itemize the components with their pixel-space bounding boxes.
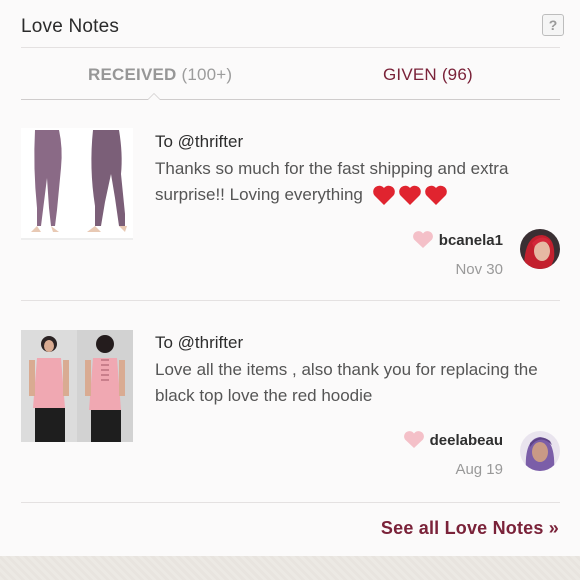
note-author: bcanela1 Nov 30: [412, 230, 503, 278]
note-date: Aug 19: [455, 461, 503, 478]
author-username[interactable]: deelabeau: [430, 432, 503, 449]
avatar[interactable]: [520, 229, 560, 269]
note-author: deelabeau Aug 19: [403, 430, 503, 478]
love-notes-card: Love Notes ? RECEIVED (100+) GIVEN (96): [0, 0, 580, 556]
pink-tank-product-image[interactable]: [21, 330, 133, 442]
help-icon[interactable]: ?: [542, 14, 564, 36]
love-note-item: To @thrifter Thanks so much for the fast…: [21, 128, 560, 278]
tab-received-label: RECEIVED: [88, 65, 177, 84]
tab-received[interactable]: RECEIVED (100+): [88, 65, 232, 85]
note-message-text: Thanks so much for the fast shipping and…: [155, 159, 509, 204]
active-tab-caret-icon: [147, 93, 161, 100]
card-header: Love Notes ?: [21, 14, 564, 40]
page-background: [0, 556, 580, 580]
avatar[interactable]: [520, 431, 560, 471]
divider: [21, 300, 560, 301]
tab-received-count: (100+): [181, 65, 233, 84]
heart-emojis: [372, 183, 450, 209]
page-title: Love Notes: [21, 16, 120, 37]
love-note-item: To @thrifter Love all the items , also t…: [21, 330, 560, 480]
note-message: Thanks so much for the fast shipping and…: [155, 156, 565, 209]
tabs-underline: [21, 99, 560, 100]
heart-emoji-icon: [372, 185, 395, 205]
leggings-product-image[interactable]: [21, 128, 133, 240]
see-all-love-notes-link[interactable]: See all Love Notes »: [381, 518, 559, 539]
heart-emoji-icon: [424, 185, 447, 205]
note-recipient: To @thrifter: [155, 333, 244, 352]
like-heart-icon: [412, 230, 434, 253]
note-message: Love all the items , also thank you for …: [155, 360, 538, 405]
note-date: Nov 30: [455, 261, 503, 278]
note-recipient: To @thrifter: [155, 132, 244, 151]
author-username[interactable]: bcanela1: [439, 232, 503, 249]
divider: [21, 502, 560, 503]
like-heart-icon: [403, 430, 425, 453]
tab-given[interactable]: GIVEN (96): [383, 65, 473, 85]
divider: [21, 47, 560, 48]
heart-emoji-icon: [398, 185, 421, 205]
